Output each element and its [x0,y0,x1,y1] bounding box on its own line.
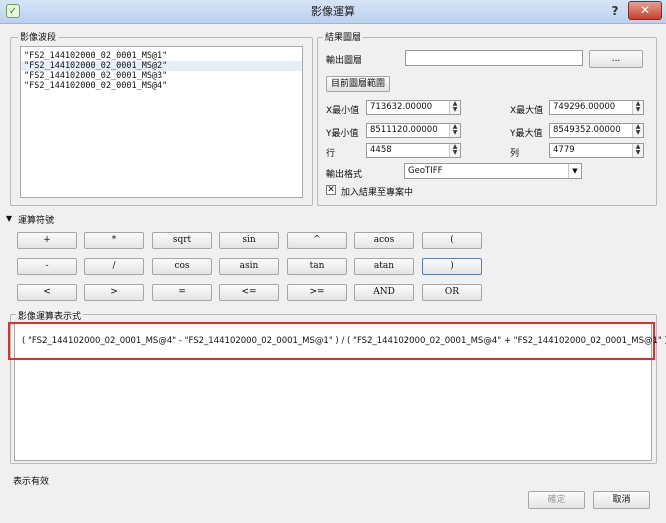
spin-arrows-icon[interactable]: ▲ ▼ [449,124,460,137]
cols-spinbox[interactable]: 4779 ▲ ▼ [549,143,644,158]
band-item-4[interactable]: "FS2_144102000_02_0001_MS@4" [21,81,302,91]
op-sin-button[interactable]: sin [219,232,279,249]
output-layer-label: 輸出圖層 [326,56,363,66]
expression-title: 影像運算表示式 [16,309,84,322]
op-less-button[interactable]: < [17,284,77,301]
ymax-value: 8549352.00000 [553,125,621,135]
op-power-button[interactable]: ^ [287,232,347,249]
bands-group-title: 影像波段 [18,30,59,43]
op-tan-button[interactable]: tan [287,258,347,275]
output-layer-input[interactable] [405,50,583,66]
xmax-label: X最大值 [510,106,544,116]
expression-text[interactable]: ( "FS2_144102000_02_0001_MS@4" - "FS2_14… [22,336,666,346]
spin-arrows-icon[interactable]: ▲ ▼ [449,101,460,114]
band-item-2[interactable]: "FS2_144102000_02_0001_MS@2" [21,61,302,71]
rows-spinbox[interactable]: 4458 ▲ ▼ [366,143,461,158]
cols-value: 4779 [553,145,575,155]
rows-value: 4458 [370,145,392,155]
op-asin-button[interactable]: asin [219,258,279,275]
op-and-button[interactable]: AND [354,284,414,301]
spin-arrows-icon[interactable]: ▲ ▼ [632,124,643,137]
op-close-paren-button[interactable]: ) [422,258,482,275]
xmin-value: 713632.00000 [370,102,433,112]
cols-label: 列 [510,149,520,159]
bands-list[interactable]: "FS2_144102000_02_0001_MS@1" "FS2_144102… [20,46,303,198]
format-value: GeoTIFF [408,166,443,176]
op-cos-button[interactable]: cos [152,258,212,275]
cancel-button[interactable]: 取消 [593,491,650,509]
ymax-spinbox[interactable]: 8549352.00000 ▲ ▼ [549,123,644,138]
xmax-value: 749296.00000 [553,102,616,112]
op-equal-button[interactable]: = [152,284,212,301]
operators-title: 運算符號 [16,213,57,226]
rows-label: 行 [326,149,336,159]
op-minus-button[interactable]: - [17,258,77,275]
spin-arrows-icon[interactable]: ▲ ▼ [632,144,643,157]
collapse-arrow-icon[interactable]: ▼ [6,214,12,223]
close-button[interactable]: ✕ [628,1,662,20]
band-item-1[interactable]: "FS2_144102000_02_0001_MS@1" [21,51,302,61]
op-or-button[interactable]: OR [422,284,482,301]
current-extent-button[interactable]: 目前圖層範圍 [326,76,390,92]
ymin-label: Y最小值 [326,129,359,139]
window-title: 影像運算 [311,5,355,18]
op-greater-button[interactable]: > [84,284,144,301]
spin-arrows-icon[interactable]: ▲ ▼ [632,101,643,114]
format-label: 輸出格式 [326,170,363,180]
status-text: 表示有效 [13,477,50,487]
xmin-spinbox[interactable]: 713632.00000 ▲ ▼ [366,100,461,115]
ymax-label: Y最大值 [510,129,543,139]
op-open-paren-button[interactable]: ( [422,232,482,249]
chevron-down-icon[interactable]: ▼ [568,164,581,178]
xmin-label: X最小值 [326,106,360,116]
add-to-project-label: 加入結果至專案中 [341,188,414,198]
format-select[interactable]: GeoTIFF ▼ [404,163,582,179]
help-button[interactable]: ? [606,2,624,20]
xmax-spinbox[interactable]: 749296.00000 ▲ ▼ [549,100,644,115]
op-divide-button[interactable]: / [84,258,144,275]
op-gte-button[interactable]: >= [287,284,347,301]
add-to-project-checkbox[interactable]: ✕ [326,185,336,195]
spin-arrows-icon[interactable]: ▲ ▼ [449,144,460,157]
op-multiply-button[interactable]: * [84,232,144,249]
op-plus-button[interactable]: + [17,232,77,249]
op-acos-button[interactable]: acos [354,232,414,249]
op-lte-button[interactable]: <= [219,284,279,301]
result-group-title: 結果圖層 [323,30,364,43]
ymin-spinbox[interactable]: 8511120.00000 ▲ ▼ [366,123,461,138]
ok-button[interactable]: 確定 [528,491,585,509]
browse-button[interactable]: ... [589,50,643,68]
op-sqrt-button[interactable]: sqrt [152,232,212,249]
op-atan-button[interactable]: atan [354,258,414,275]
band-item-3[interactable]: "FS2_144102000_02_0001_MS@3" [21,71,302,81]
ymin-value: 8511120.00000 [370,125,438,135]
